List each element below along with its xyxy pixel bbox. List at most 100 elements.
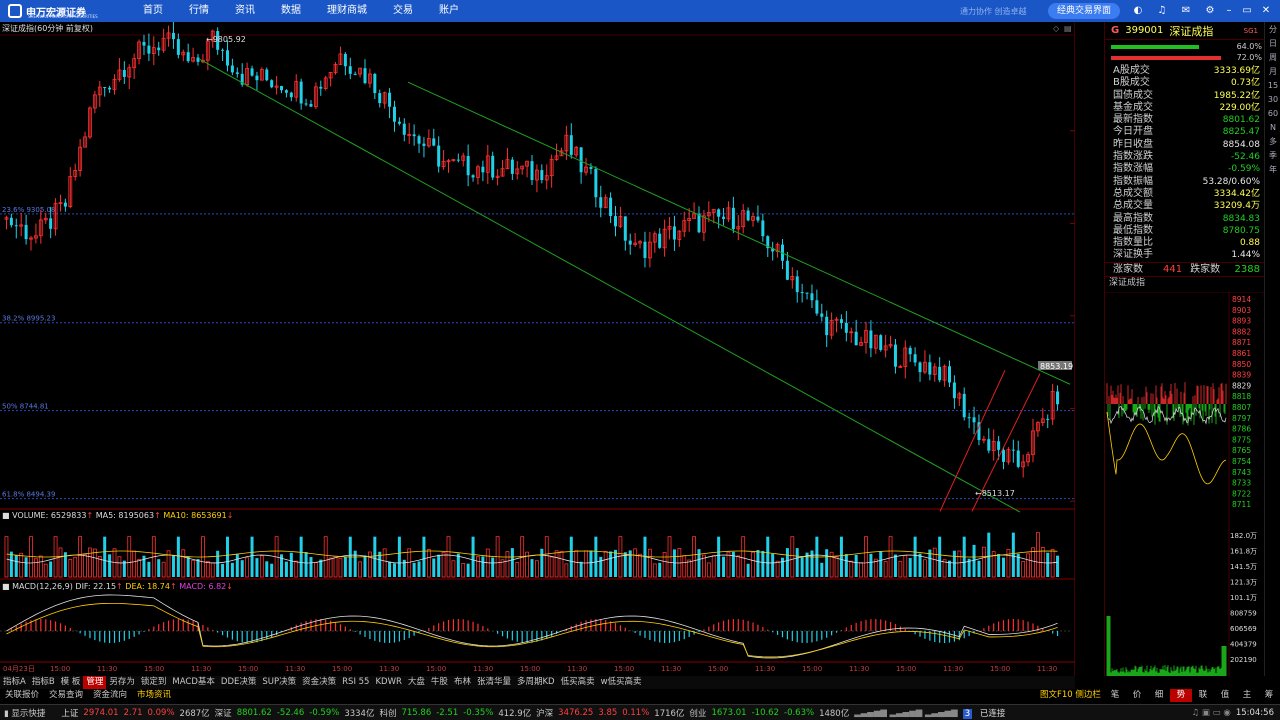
detail-tab[interactable]: 笔 bbox=[1104, 689, 1126, 702]
indicator-tab[interactable]: RSI 55 bbox=[339, 676, 372, 689]
detail-tab[interactable]: 主 bbox=[1236, 689, 1258, 702]
time-tick-label: 11:30 bbox=[285, 665, 305, 673]
f10-link[interactable]: 图文F10 侧边栏 bbox=[1040, 689, 1101, 702]
cy-label: 创业 bbox=[689, 708, 707, 719]
period-btn-10[interactable]: 年 bbox=[1265, 164, 1280, 176]
indicator-tab[interactable]: w低买高卖 bbox=[598, 676, 645, 689]
period-btn-5[interactable]: 30 bbox=[1265, 94, 1280, 106]
candle-body bbox=[594, 168, 598, 198]
volume-bar bbox=[711, 555, 716, 578]
mini-price-tick: 8839 bbox=[1232, 371, 1251, 380]
quote-row-value: 0.88 bbox=[1239, 238, 1260, 249]
headset-icon[interactable]: ♫ bbox=[1155, 4, 1169, 18]
period-btn-7[interactable]: N bbox=[1265, 122, 1280, 134]
indicator-tab[interactable]: 多周期KD bbox=[514, 676, 558, 689]
nav-item-3[interactable]: 数据 bbox=[268, 0, 314, 22]
skin-icon[interactable]: ◐ bbox=[1131, 4, 1145, 18]
brand-subtitle: SHENWAN HONGYUAN SECURITIES bbox=[28, 14, 98, 19]
candle-body bbox=[530, 161, 534, 181]
candle-body bbox=[319, 86, 323, 89]
period-btn-8[interactable]: 多 bbox=[1265, 136, 1280, 148]
volume-bar bbox=[186, 556, 190, 577]
page-tab[interactable]: 交易查询 bbox=[44, 689, 88, 702]
detail-tab[interactable]: 细 bbox=[1148, 689, 1170, 702]
nav-item-1[interactable]: 行情 bbox=[176, 0, 222, 22]
volume-bar bbox=[34, 558, 38, 578]
minimize-icon[interactable]: – bbox=[1222, 4, 1236, 18]
display-label[interactable]: 显示快捷 bbox=[11, 709, 45, 719]
maximize-icon[interactable]: ▭ bbox=[1240, 4, 1254, 18]
fall-label: 跌家数 bbox=[1190, 263, 1221, 275]
mini-price-tick: 8807 bbox=[1232, 403, 1251, 412]
candle-body bbox=[402, 123, 406, 135]
volume-bar bbox=[451, 560, 456, 578]
indicator-tab[interactable]: 布林 bbox=[451, 676, 474, 689]
mini-price-tick: 8871 bbox=[1232, 338, 1251, 347]
volume-bar bbox=[240, 560, 244, 577]
volume-bar bbox=[68, 559, 73, 578]
indicator-tab[interactable]: SUP决策 bbox=[259, 676, 299, 689]
mail-icon[interactable]: ✉ bbox=[1179, 4, 1193, 18]
display-shortcut[interactable]: ▮ 显示快捷 bbox=[4, 707, 50, 719]
indicator-tab[interactable]: 资金决策 bbox=[299, 676, 339, 689]
indicator-tab[interactable]: 大盘 bbox=[405, 676, 428, 689]
period-btn-0[interactable]: 分 bbox=[1265, 24, 1280, 36]
volume-bar bbox=[373, 536, 377, 577]
nav-item-6[interactable]: 账户 bbox=[426, 0, 472, 22]
hs-pct: 0.11% bbox=[622, 707, 650, 718]
period-btn-9[interactable]: 季 bbox=[1265, 150, 1280, 162]
detail-tab[interactable]: 联 bbox=[1192, 689, 1214, 702]
period-btn-2[interactable]: 周 bbox=[1265, 52, 1280, 64]
nav-item-4[interactable]: 理财商城 bbox=[314, 0, 380, 22]
kline-chart[interactable]: 深证成指(60分钟 前复权) ◇ ▤ 23.6% 9305.08 38.2% 8995.… bbox=[0, 22, 1075, 676]
connection-icon: 3 bbox=[962, 708, 973, 719]
indicator-tab[interactable]: DDE决策 bbox=[218, 676, 259, 689]
indicator-tab[interactable]: MACD基本 bbox=[169, 676, 217, 689]
indicator-tab[interactable]: 锁定到 bbox=[138, 676, 170, 689]
gear-icon[interactable]: ⚙ bbox=[1203, 4, 1217, 18]
volume-bar bbox=[83, 554, 87, 578]
sz-value: 8801.62 bbox=[236, 707, 272, 718]
nav-item-0[interactable]: 首页 bbox=[130, 0, 176, 22]
detail-tab[interactable]: 势 bbox=[1170, 689, 1192, 702]
mini-price-tick: 8754 bbox=[1232, 457, 1251, 466]
indicator-tab[interactable]: 低买高卖 bbox=[558, 676, 598, 689]
f10-label[interactable]: 图文F10 bbox=[1040, 690, 1073, 700]
intraday-mini-chart[interactable]: 8914 8903 88938882 8871 8861 8850 88398829 8818… bbox=[1105, 292, 1265, 676]
nav-item-5[interactable]: 交易 bbox=[380, 0, 426, 22]
close-icon[interactable]: ✕ bbox=[1259, 4, 1273, 18]
volume-bar bbox=[441, 551, 446, 578]
chart-toggle-icon[interactable]: ◇ bbox=[1053, 24, 1060, 33]
nav-item-2[interactable]: 资讯 bbox=[222, 0, 268, 22]
detail-tab[interactable]: 价 bbox=[1126, 689, 1148, 702]
candle-body bbox=[815, 300, 819, 314]
kc-change: -2.51 bbox=[436, 707, 459, 718]
indicator-tab[interactable]: 模 板 bbox=[58, 676, 84, 689]
volume-bar bbox=[722, 556, 726, 577]
fib-level-label: 50% 8744.81 bbox=[2, 403, 49, 411]
page-tab[interactable]: 关联报价 bbox=[0, 689, 44, 702]
indicator-tab[interactable]: 管理 bbox=[83, 676, 107, 689]
indicator-tab[interactable]: KDWR bbox=[372, 676, 404, 689]
chart-menu-icon[interactable]: ▤ bbox=[1064, 24, 1072, 33]
indicator-tab[interactable]: 张清华量 bbox=[474, 676, 514, 689]
candle-body bbox=[717, 209, 721, 217]
detail-tab[interactable]: 筹 bbox=[1258, 689, 1280, 702]
time-tick-label: 15:00 bbox=[614, 665, 634, 673]
period-btn-4[interactable]: 15 bbox=[1265, 80, 1280, 92]
ma5-arrow: ↑ bbox=[154, 511, 163, 520]
detail-tab[interactable]: 值 bbox=[1214, 689, 1236, 702]
page-tab[interactable]: 资金流向 bbox=[88, 689, 132, 702]
period-btn-6[interactable]: 60 bbox=[1265, 108, 1280, 120]
indicator-tab[interactable]: 指标B bbox=[29, 676, 58, 689]
indicator-tab[interactable]: 牛股 bbox=[428, 676, 451, 689]
page-tab[interactable]: 市场资讯 bbox=[132, 689, 176, 702]
period-btn-1[interactable]: 日 bbox=[1265, 38, 1280, 50]
chart-area[interactable]: 深证成指(60分钟 前复权) ◇ ▤ 23.6% 9305.08 38.2% 8995.… bbox=[0, 22, 1075, 676]
candle-body bbox=[1002, 449, 1006, 462]
indicator-tab[interactable]: 另存为 bbox=[106, 676, 138, 689]
period-btn-3[interactable]: 月 bbox=[1265, 66, 1280, 78]
indicator-tab[interactable]: 指标A bbox=[0, 676, 29, 689]
classic-trade-button[interactable]: 经典交易界面 bbox=[1048, 3, 1120, 19]
fold-label[interactable]: 侧边栏 bbox=[1075, 690, 1101, 700]
